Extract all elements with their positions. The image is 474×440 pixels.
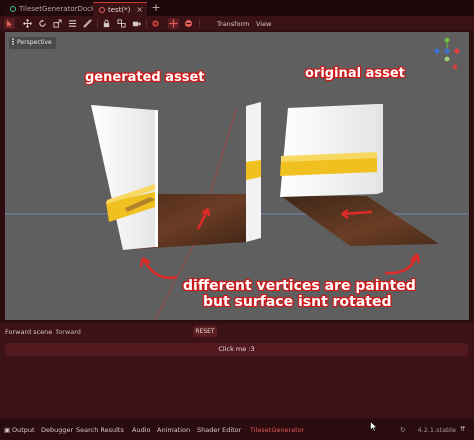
mouse-cursor-icon [370,421,378,432]
tab-search-results[interactable]: Search Results [76,426,124,434]
orientation-gizmo[interactable] [433,37,461,71]
tab-label: test(*) [108,6,131,14]
tab-audio[interactable]: Audio [132,426,150,434]
add-tab-button[interactable]: + [150,1,162,15]
group-icon[interactable] [116,18,127,29]
snap-icon[interactable] [150,18,161,29]
annotation-note-line1: different vertices are painted [183,278,416,294]
tab-output[interactable]: Output [12,426,35,434]
bottom-panel-bar: ▣ Output Debugger Search Results Audio A… [0,420,474,440]
perspective-label: Perspective [17,39,52,46]
scale-icon[interactable] [52,18,63,29]
scene-icon [10,6,16,12]
x-axis-gizmo-icon [454,48,460,54]
tab-animation[interactable]: Animation [157,426,190,434]
kebab-menu-icon [12,38,14,45]
tab-shader-editor[interactable]: Shader Editor [197,426,241,434]
transform-dialog-icon[interactable] [183,18,194,29]
z-axis-gizmo-icon [434,48,440,54]
pin-panel-icon[interactable]: ⇈ [460,425,465,433]
forward-scene-field[interactable]: forward [56,328,81,336]
tab-label: TilesetGeneratorDock [19,5,96,13]
toolbar-separator [146,19,147,28]
tab-debugger[interactable]: Debugger [41,426,73,434]
list-select-icon[interactable] [67,18,78,29]
view-menu[interactable]: View [256,19,271,29]
lock-icon[interactable] [101,18,112,29]
update-spinner-icon: ↻ [400,426,406,434]
y-axis-gizmo-icon [444,37,450,43]
tab-tileset-generator-dock[interactable]: TilesetGeneratorDock [4,2,96,16]
close-icon[interactable]: × [136,3,143,17]
annotation-note-line2: but surface isnt rotated [203,294,392,310]
original-asset-mesh [280,104,439,246]
select-icon[interactable] [4,18,15,29]
scene-icon [99,7,105,13]
toolbar-separator [97,19,98,28]
local-space-icon[interactable] [168,18,179,29]
output-icon: ▣ [4,426,11,434]
original-asset-label: original asset [305,66,405,81]
tab-test[interactable]: test(*) × [93,2,147,16]
3d-viewport[interactable]: Perspective generated asset original ass… [5,32,469,320]
ruler-icon[interactable] [82,18,93,29]
viewport-toolbar: Transform View [0,16,474,31]
click-me-button[interactable]: Click me :3 [5,343,468,356]
forward-scene-label: Forward scene [5,328,53,336]
rotate-icon[interactable] [37,18,48,29]
toolbar-separator [199,19,200,28]
generated-asset-label: generated asset [85,70,205,85]
camera-icon[interactable] [131,18,142,29]
version-label: 4.2.1.stable [417,426,456,434]
perspective-menu-button[interactable]: Perspective [9,37,56,49]
generated-asset-mesh [91,102,261,250]
move-icon[interactable] [22,18,33,29]
transform-menu[interactable]: Transform [217,19,249,29]
tab-tileset-generator[interactable]: TilesetGenerator [250,426,304,434]
reset-button[interactable]: RESET [193,326,217,337]
scene-tab-bar: TilesetGeneratorDock test(*) × + [0,0,474,16]
plugin-panel: Forward scene forward RESET Click me :3 [0,323,474,418]
editor-window: TilesetGeneratorDock test(*) × + Transfo… [0,0,474,440]
